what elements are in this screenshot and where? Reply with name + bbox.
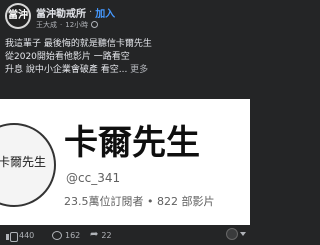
comment-count: 162 bbox=[65, 230, 81, 240]
chevron-down-icon bbox=[240, 232, 246, 236]
post-meta: 王大成 · 12小時 bbox=[36, 19, 99, 30]
post-line-3-text: 升息 說中小企業會破產 看空... bbox=[5, 65, 128, 75]
separator-dot: · bbox=[89, 6, 93, 18]
post-line-1: 我這輩子 最後悔的就是聽信卡爾先生 bbox=[5, 39, 152, 49]
share-count-group[interactable]: ➦ 22 bbox=[90, 229, 112, 241]
author-name[interactable]: 王大成 bbox=[36, 20, 57, 30]
post-time[interactable]: 12小時 bbox=[65, 20, 88, 30]
channel-name: 卡爾先生 bbox=[64, 123, 200, 163]
image-top-divider bbox=[0, 93, 250, 99]
channel-handle: @cc_341 bbox=[66, 171, 121, 185]
globe-icon bbox=[91, 21, 99, 28]
post-body: 我這輩子 最後悔的就是聽信卡爾先生 從2020開始看他影片 一路看空 升息 說中… bbox=[5, 38, 245, 77]
comment-icon bbox=[52, 230, 62, 240]
like-count-group[interactable]: 440 bbox=[6, 229, 35, 242]
like-count: 440 bbox=[19, 230, 35, 240]
share-icon: ➦ bbox=[90, 229, 99, 240]
share-count: 22 bbox=[101, 230, 112, 240]
post-image[interactable]: 卡爾先生 卡爾先生 @cc_341 23.5萬位訂閱者 • 822 部影片 bbox=[0, 93, 250, 225]
post-footer: 440 162 ➦ 22 bbox=[0, 225, 250, 245]
profile-avatar-icon bbox=[226, 228, 238, 240]
group-row: 當沖勒戒所 · 加入 bbox=[36, 5, 115, 20]
group-avatar-image: 當沖 bbox=[7, 5, 29, 27]
meta-separator: · bbox=[60, 20, 63, 29]
like-icon bbox=[6, 230, 18, 242]
post-line-2: 從2020開始看他影片 一路看空 bbox=[5, 52, 130, 62]
group-name[interactable]: 當沖勒戒所 bbox=[36, 5, 86, 20]
group-avatar[interactable]: 當沖 bbox=[5, 3, 31, 29]
see-more-link[interactable]: 更多 bbox=[127, 65, 148, 75]
channel-stats: 23.5萬位訂閱者 • 822 部影片 bbox=[64, 195, 215, 208]
channel-avatar-text: 卡爾先生 bbox=[0, 155, 47, 169]
comment-count-group[interactable]: 162 bbox=[52, 229, 80, 241]
reaction-selector[interactable] bbox=[226, 228, 246, 240]
post-line-3: 升息 說中小企業會破產 看空... 更多 bbox=[5, 64, 245, 77]
post-header: 當沖 當沖勒戒所 · 加入 王大成 · 12小時 bbox=[0, 0, 250, 34]
join-button[interactable]: 加入 bbox=[95, 5, 115, 20]
